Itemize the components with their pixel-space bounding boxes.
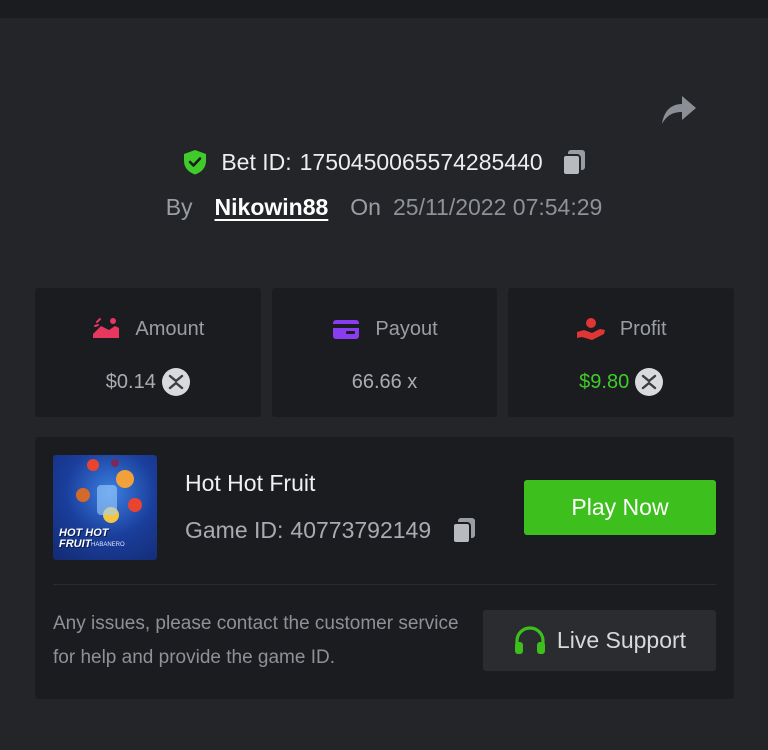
thumb-brand: HABANERO <box>91 542 125 548</box>
payout-value: 66.66 x <box>351 370 418 393</box>
amount-card: Amount $0.14 <box>35 288 261 417</box>
payout-card: Payout 66.66 x <box>271 288 498 417</box>
stats-row: Amount $0.14 Payout 66.66 x Profit $9.80 <box>35 288 735 417</box>
divider <box>53 584 716 585</box>
help-text: Any issues, please contact the customer … <box>53 613 459 668</box>
copy-icon[interactable] <box>559 147 589 177</box>
profit-card: Profit $9.80 <box>508 288 735 417</box>
bet-date: 25/11/2022 07:54:29 <box>392 193 603 220</box>
xrp-coin-icon <box>635 368 664 396</box>
game-thumbnail[interactable]: HOT HOT FRUIT HABANERO <box>53 455 157 560</box>
live-support-button[interactable]: Live Support <box>483 610 716 671</box>
wallet-card-icon <box>333 320 360 339</box>
top-bar <box>0 0 768 18</box>
live-support-label: Live Support <box>556 627 687 653</box>
username-link[interactable]: Nikowin88 <box>215 194 329 221</box>
hand-coin-icon <box>576 318 605 340</box>
bet-id-row: Bet ID: 1750450065574285440 <box>0 143 768 181</box>
bet-id-value: 1750450065574285440 <box>299 148 543 175</box>
on-label: On <box>350 193 381 220</box>
bet-meta-row: By Nikowin88 On 25/11/2022 07:54:29 <box>0 190 768 224</box>
by-label: By <box>165 193 193 220</box>
game-id-label: Game ID: <box>185 516 284 543</box>
share-icon[interactable] <box>658 92 698 128</box>
amount-value: $0.14 <box>105 370 156 393</box>
bet-id-label: Bet ID: <box>221 148 292 175</box>
money-hand-icon <box>93 318 120 338</box>
headset-icon <box>514 625 545 654</box>
amount-label: Amount <box>135 317 205 340</box>
game-id-row: Game ID: 40773792149 <box>185 515 479 545</box>
profit-value: $9.80 <box>579 370 630 393</box>
copy-icon[interactable] <box>449 515 479 545</box>
game-card: HOT HOT FRUIT HABANERO Hot Hot Fruit Gam… <box>35 437 734 699</box>
xrp-coin-icon <box>161 368 190 396</box>
payout-label: Payout <box>375 317 438 340</box>
game-title: Hot Hot Fruit <box>185 470 316 496</box>
play-now-button[interactable]: Play Now <box>524 480 716 535</box>
game-id-value: 40773792149 <box>290 516 432 543</box>
profit-label: Profit <box>619 317 667 340</box>
shield-check-icon <box>184 150 207 175</box>
